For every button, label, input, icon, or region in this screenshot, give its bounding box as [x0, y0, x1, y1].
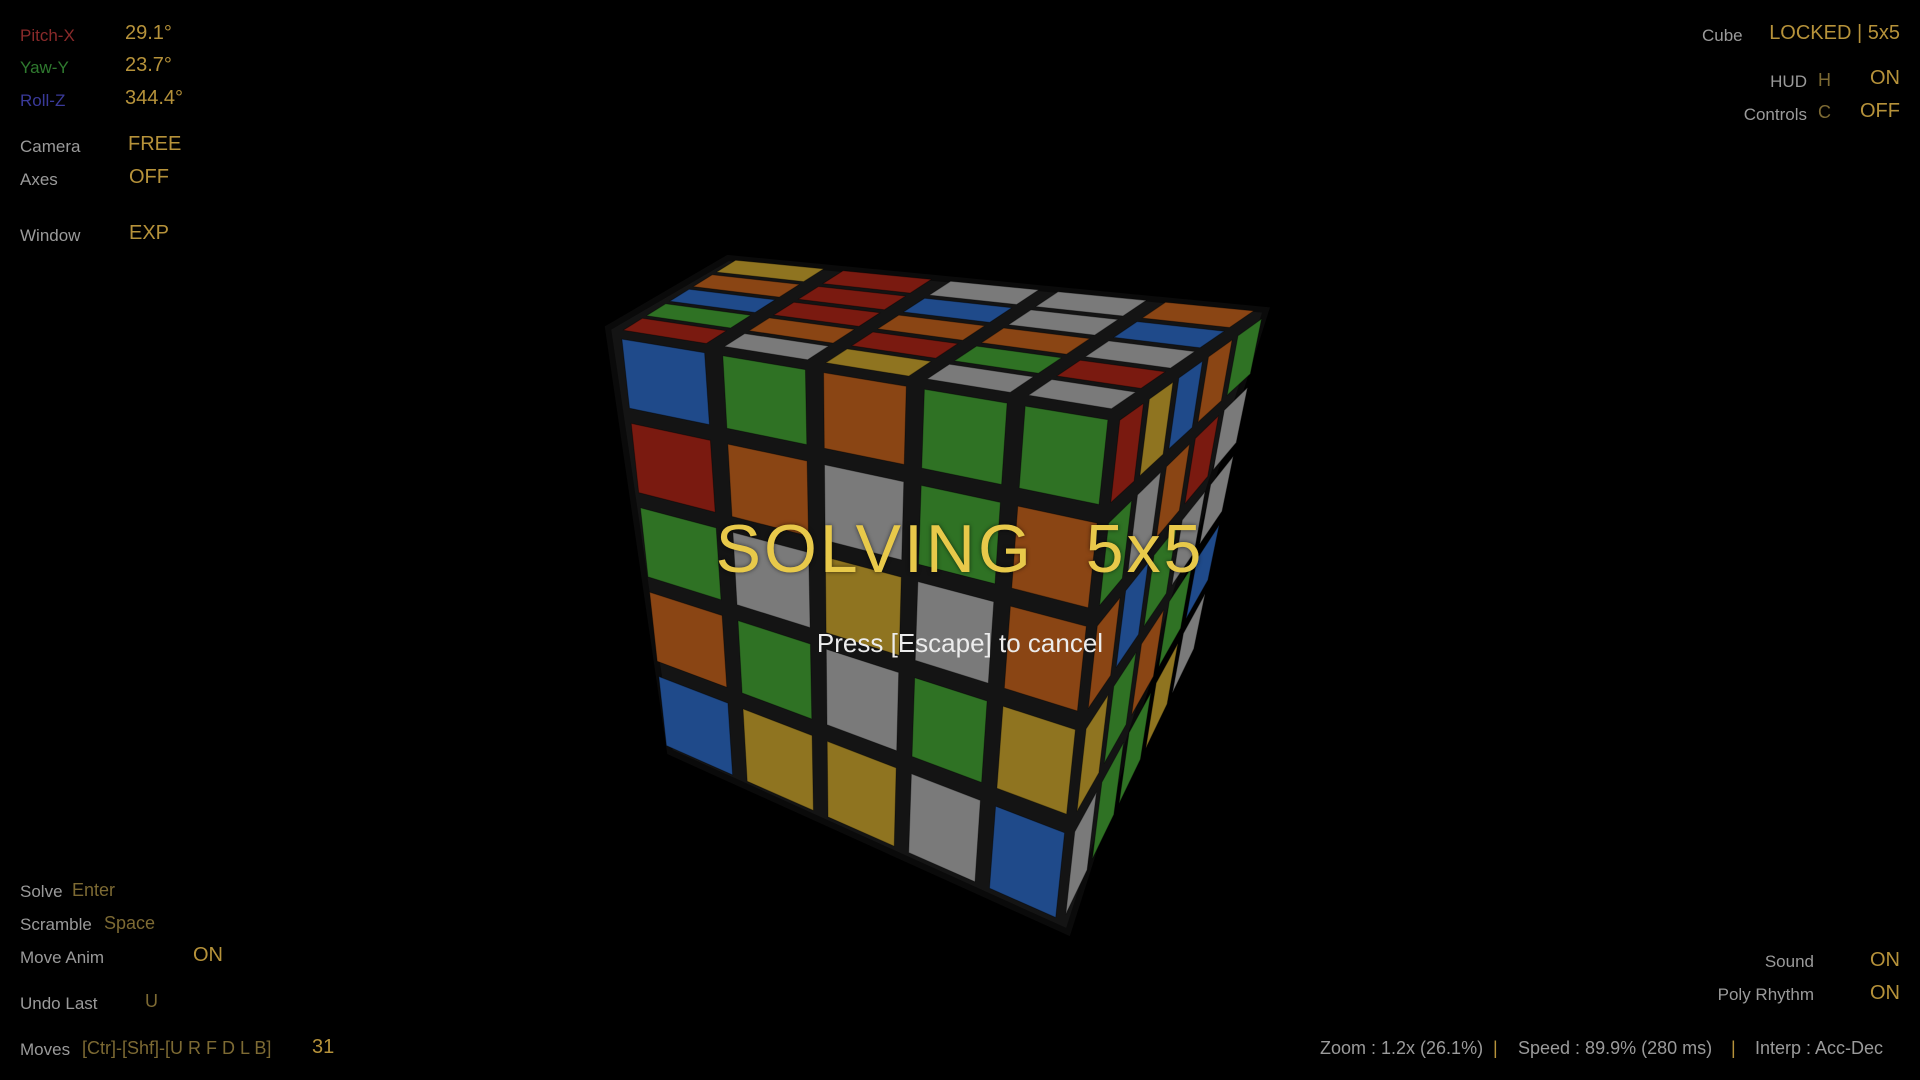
hud-key: H	[1818, 70, 1831, 90]
undo-label: Undo Last	[20, 994, 98, 1013]
solve-label: Solve	[20, 882, 63, 901]
window-label: Window	[20, 226, 81, 245]
hud-label: HUD	[1770, 72, 1807, 91]
scramble-key[interactable]: Space	[104, 913, 155, 934]
poly-rhythm-label: Poly Rhythm	[1717, 985, 1814, 1004]
hud-toggle[interactable]: ON	[1870, 67, 1900, 90]
poly-rhythm-toggle[interactable]: ON	[1870, 982, 1900, 1005]
status-separator: |	[1493, 1038, 1498, 1058]
solving-title: SOLVING 5x5	[715, 511, 1205, 587]
solve-key[interactable]: Enter	[72, 880, 115, 901]
interp-readout: Interp : Acc-Dec	[1755, 1038, 1884, 1058]
pitch-label: Pitch-X	[20, 26, 75, 45]
front-face-sticker	[921, 388, 1008, 485]
pitch-value: 29.1°	[125, 22, 172, 44]
move-anim-toggle[interactable]: ON	[193, 944, 223, 967]
cube-label: Cube	[1702, 26, 1743, 45]
front-face-sticker	[1018, 405, 1109, 505]
moves-keys: [Ctr]-[Shf]-[U R F D L B]	[82, 1038, 272, 1058]
controls-key: C	[1818, 102, 1831, 122]
sound-toggle[interactable]: ON	[1870, 949, 1900, 972]
speed-readout: Speed : 89.9% (280 ms)	[1518, 1038, 1713, 1058]
zoom-readout: Zoom : 1.2x (26.1%)	[1320, 1038, 1484, 1058]
camera-value[interactable]: FREE	[128, 133, 181, 156]
moves-label: Moves	[20, 1040, 71, 1059]
axes-value[interactable]: OFF	[129, 166, 169, 189]
controls-label: Controls	[1743, 105, 1807, 124]
undo-key[interactable]: U	[145, 991, 158, 1012]
status-separator: |	[1731, 1038, 1736, 1058]
roll-value: 344.4°	[125, 87, 184, 109]
yaw-value: 23.7°	[125, 54, 172, 76]
cancel-hint: Press [Escape] to cancel	[816, 628, 1104, 658]
moves-count: 31	[312, 1036, 335, 1058]
axes-label: Axes	[20, 170, 58, 189]
yaw-label: Yaw-Y	[20, 58, 69, 77]
cube-status: LOCKED | 5x5	[1769, 22, 1900, 44]
front-face-sticker	[823, 372, 907, 465]
window-value[interactable]: EXP	[129, 222, 169, 245]
move-anim-label: Move Anim	[20, 948, 105, 967]
camera-label: Camera	[20, 137, 81, 156]
roll-label: Roll-Z	[20, 91, 66, 110]
sound-label: Sound	[1764, 952, 1814, 971]
controls-toggle[interactable]: OFF	[1860, 100, 1900, 123]
scramble-label: Scramble	[20, 915, 92, 934]
